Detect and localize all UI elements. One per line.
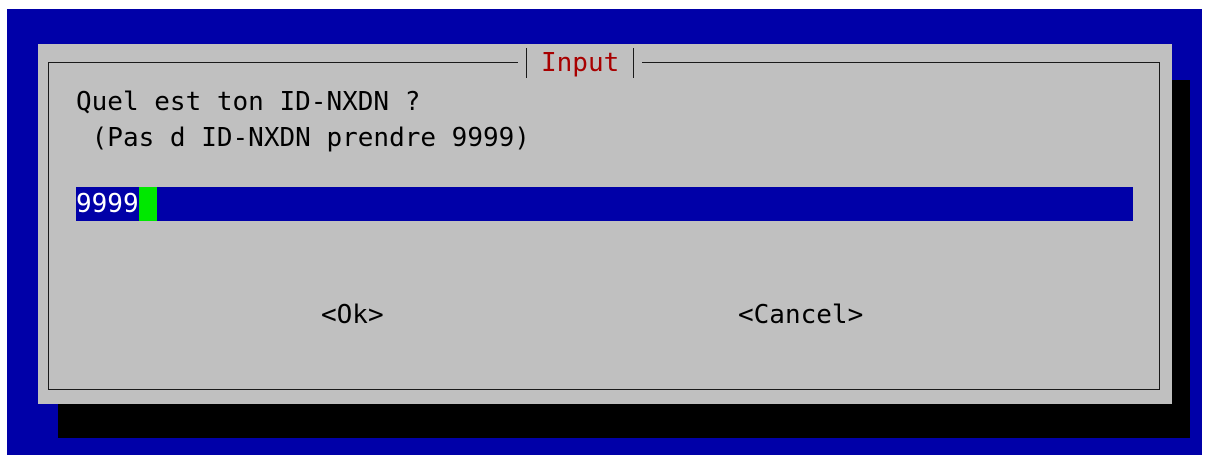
text-cursor [138, 187, 157, 221]
title-right-tick [633, 48, 635, 78]
input-value: 9999 [76, 189, 139, 219]
prompt-line-2: (Pas d ID-NXDN prendre 9999) [76, 123, 530, 153]
screen: Input Quel est ton ID-NXDN ? (Pas d ID-N… [0, 0, 1209, 462]
ok-button[interactable]: <Ok> [321, 297, 384, 333]
dialog-title-bar: Input [518, 46, 643, 80]
id-nxdn-input[interactable]: 9999 [76, 187, 1133, 221]
prompt-text: Quel est ton ID-NXDN ? (Pas d ID-NXDN pr… [76, 84, 530, 156]
prompt-line-1: Quel est ton ID-NXDN ? [76, 87, 421, 117]
cancel-button[interactable]: <Cancel> [738, 297, 863, 333]
input-dialog: Input Quel est ton ID-NXDN ? (Pas d ID-N… [38, 44, 1172, 404]
dialog-title: Input [541, 48, 620, 78]
